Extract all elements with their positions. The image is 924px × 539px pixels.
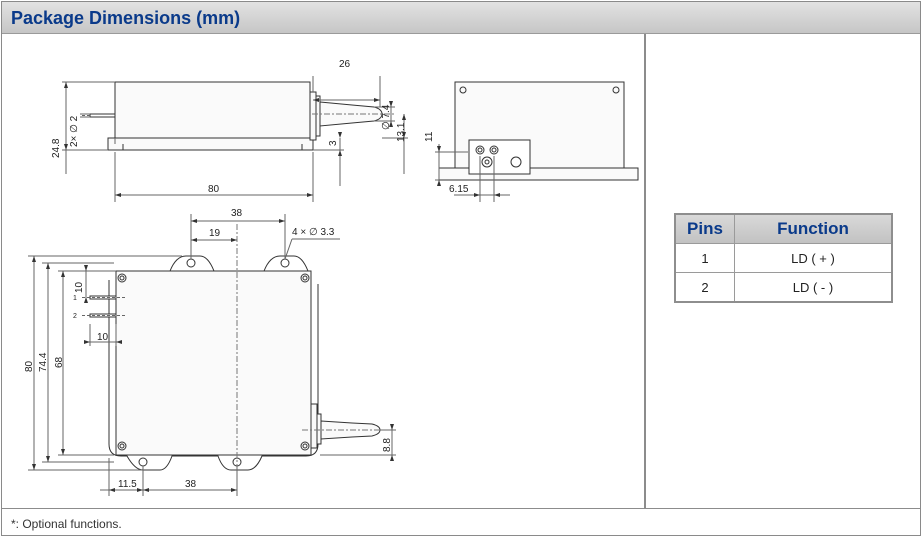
pin-2-label: 2 <box>73 313 77 320</box>
pin-1-label: 1 <box>73 295 77 302</box>
dim-80: 80 <box>24 360 35 372</box>
dim-11-5: 11.5 <box>118 479 137 490</box>
dim-68: 68 <box>54 356 65 368</box>
function-cell: LD ( + ) <box>734 243 893 273</box>
dim-height-24-8: 24.8 <box>51 138 62 158</box>
pin-cell: 2 <box>674 272 735 303</box>
function-cell: LD ( - ) <box>734 272 893 303</box>
pins-table: Pins Function 1 LD ( + ) 2 LD ( - ) <box>674 213 893 303</box>
dim-fiber-diameter: ∅ 7.4 <box>381 104 392 130</box>
dim-side-80: 80 <box>208 184 220 195</box>
footnote: *: Optional functions. <box>11 517 122 531</box>
dim-length-26: 26 <box>339 59 351 70</box>
page-title: Package Dimensions (mm) <box>11 8 241 28</box>
pins-table-header-row: Pins Function <box>674 213 893 244</box>
dim-8-8: 8.8 <box>382 438 393 452</box>
table-row: 2 LD ( - ) <box>674 272 893 303</box>
footnote-area: *: Optional functions. <box>2 508 920 535</box>
pin-cell: 1 <box>674 243 735 273</box>
mechanical-drawing: 26 ∅ 7.4 24.8 2× ∅ 2 13.1 3 80 11 6.15 3… <box>24 59 639 496</box>
dim-6-15: 6.15 <box>449 184 469 195</box>
function-header: Function <box>734 213 893 244</box>
package-dimensions-panel: Package Dimensions (mm) 26 ∅ 7.4 24.8 2×… <box>1 1 921 536</box>
dim-11: 11 <box>424 131 435 142</box>
dim-19: 19 <box>209 228 221 239</box>
dim-pin-diameter: 2× ∅ 2 <box>69 115 80 147</box>
top-view <box>28 214 396 496</box>
title-bar: Package Dimensions (mm) <box>2 2 920 34</box>
pins-header: Pins <box>674 213 735 244</box>
table-row: 1 LD ( + ) <box>674 243 893 273</box>
dim-10-horizontal: 10 <box>97 332 109 343</box>
side-view <box>62 76 408 202</box>
dim-3: 3 <box>328 140 339 146</box>
drawing-area: 26 ∅ 7.4 24.8 2× ∅ 2 13.1 3 80 11 6.15 3… <box>2 34 646 508</box>
dim-holes: 4 × ∅ 3.3 <box>292 227 335 238</box>
dim-74-4: 74.4 <box>38 352 49 372</box>
dim-13-1: 13.1 <box>396 122 407 142</box>
dim-bottom-38: 38 <box>185 479 197 490</box>
dim-top-38: 38 <box>231 208 243 219</box>
dim-10-vertical: 10 <box>74 281 85 293</box>
